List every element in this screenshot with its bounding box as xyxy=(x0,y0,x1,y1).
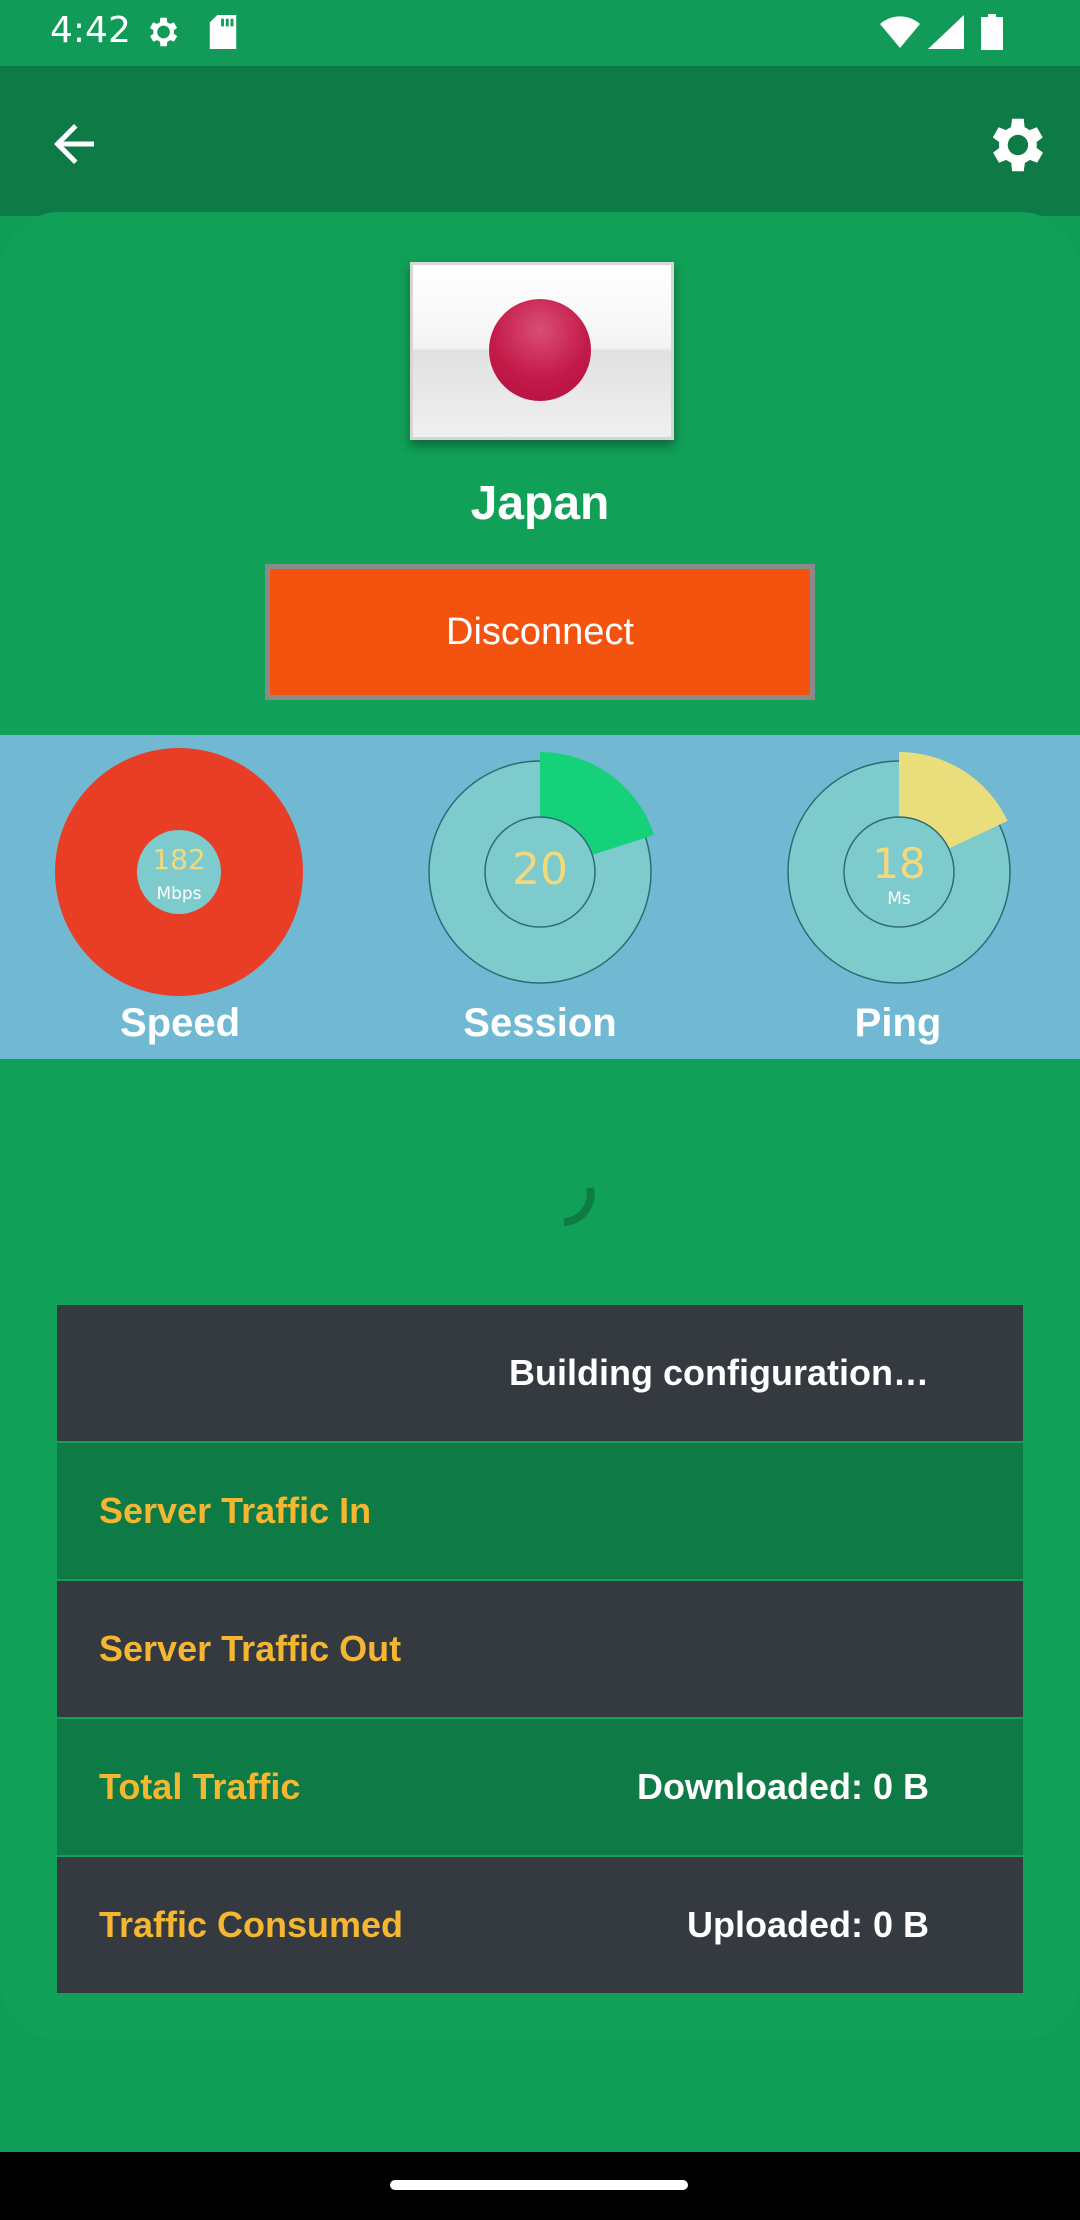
status-row-label: Total Traffic xyxy=(99,1766,301,1807)
status-row-total-traffic: Total Traffic Downloaded: 0 B xyxy=(57,1719,1023,1855)
arrow-back-icon[interactable] xyxy=(44,114,104,174)
ping-label: Ping xyxy=(854,1001,942,1045)
country-name: Japan xyxy=(470,477,610,530)
status-row-value: Building configuration… xyxy=(509,1352,929,1393)
status-bar: 4:42 xyxy=(0,0,1080,66)
status-row-traffic-out: Server Traffic Out xyxy=(57,1581,1023,1717)
battery-icon xyxy=(978,12,1006,52)
speed-value: 182 xyxy=(152,843,205,876)
status-row-value: Downloaded: 0 B xyxy=(636,1766,929,1807)
settings-notification-icon xyxy=(140,12,184,52)
gear-icon[interactable] xyxy=(980,110,1050,180)
status-row-label: Traffic Consumed xyxy=(99,1904,404,1945)
sd-card-icon xyxy=(206,12,240,52)
ping-value: 18 xyxy=(872,839,925,888)
gauges-panel: 182 Mbps Speed 20 Session 18 Ms Ping xyxy=(0,735,1080,1059)
navigation-bar xyxy=(0,2152,1080,2220)
flag-sun xyxy=(489,299,591,401)
app-bar xyxy=(0,66,1080,216)
session-value: 20 xyxy=(512,844,568,895)
ping-gauge: 18 Ms xyxy=(787,752,1011,984)
status-time: 4:42 xyxy=(50,10,131,51)
wifi-icon xyxy=(878,12,922,52)
status-row-traffic-in: Server Traffic In xyxy=(57,1443,1023,1579)
signal-icon xyxy=(926,12,966,52)
session-gauge: 20 xyxy=(428,752,655,984)
speed-gauge: 182 Mbps xyxy=(55,748,303,996)
ping-unit: Ms xyxy=(887,889,911,909)
speed-label: Speed xyxy=(119,1001,241,1045)
status-row-label: Server Traffic In xyxy=(99,1490,372,1531)
status-row-label: Server Traffic Out xyxy=(99,1628,402,1669)
loading-spinner-icon xyxy=(563,1187,595,1226)
session-label: Session xyxy=(463,1001,617,1045)
speed-unit: Mbps xyxy=(156,884,201,904)
status-row-config: Building configuration… xyxy=(57,1305,1023,1441)
disconnect-button[interactable]: Disconnect xyxy=(265,564,815,700)
home-gesture-handle[interactable] xyxy=(390,2180,688,2190)
status-row-traffic-consumed: Traffic Consumed Uploaded: 0 B xyxy=(57,1857,1023,1993)
japan-flag-icon xyxy=(410,262,674,440)
status-row-value: Uploaded: 0 B xyxy=(686,1904,929,1945)
